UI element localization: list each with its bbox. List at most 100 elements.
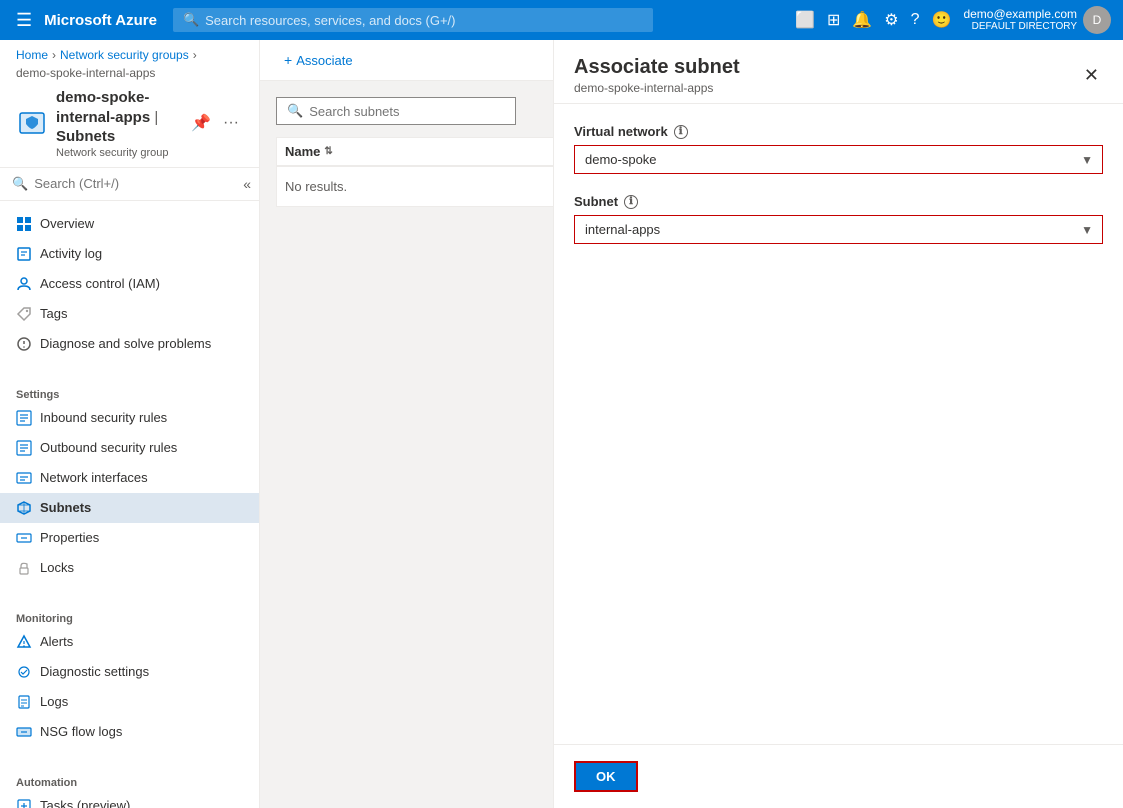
sidebar-item-diagnose-label: Diagnose and solve problems — [40, 336, 211, 351]
subnet-select[interactable]: internal-apps — [574, 215, 1103, 244]
subnet-label: Subnet ℹ — [574, 194, 1103, 209]
virtual-network-select[interactable]: demo-spoke — [574, 145, 1103, 174]
sidebar-item-logs[interactable]: Logs — [0, 687, 259, 717]
sidebar-item-logs-label: Logs — [40, 694, 68, 709]
activity-log-icon — [16, 246, 32, 262]
more-options-button[interactable]: ··· — [219, 109, 243, 137]
sidebar-search-icon: 🔍 — [12, 176, 28, 192]
panel-title: Associate subnet — [574, 56, 740, 79]
associate-subnet-panel: Associate subnet demo-spoke-internal-app… — [553, 40, 1123, 808]
subnet-info-icon[interactable]: ℹ — [624, 195, 638, 209]
breadcrumb: Home › Network security groups › demo-sp… — [0, 40, 259, 88]
locks-icon — [16, 560, 32, 576]
sidebar-item-overview-label: Overview — [40, 216, 94, 231]
panel-footer: OK — [554, 744, 1123, 808]
resource-title: demo-spoke-internal-apps | Subnets — [56, 88, 179, 147]
collapse-sidebar-button[interactable]: « — [235, 172, 259, 196]
global-search-bar[interactable]: 🔍 — [173, 8, 653, 32]
breadcrumb-resource: demo-spoke-internal-apps — [16, 66, 155, 80]
settings-section-label: Settings — [0, 383, 259, 403]
notifications-icon[interactable]: 🔔 — [852, 10, 872, 30]
panel-header: Associate subnet demo-spoke-internal-app… — [554, 40, 1123, 104]
logs-icon — [16, 694, 32, 710]
diagnostic-settings-icon — [16, 664, 32, 680]
diagnose-icon — [16, 336, 32, 352]
user-directory: DEFAULT DIRECTORY — [963, 21, 1077, 33]
sidebar-item-diagnostic-settings[interactable]: Diagnostic settings — [0, 657, 259, 687]
cloud-shell-icon[interactable]: ⬜ — [795, 10, 815, 30]
alerts-icon — [16, 634, 32, 650]
sidebar-item-subnets[interactable]: Subnets — [0, 493, 259, 523]
user-email: demo@example.com — [963, 7, 1077, 21]
global-search-input[interactable] — [205, 13, 643, 28]
resource-header: demo-spoke-internal-apps | Subnets Netwo… — [0, 88, 259, 168]
topbar: ☰ Microsoft Azure 🔍 ⬜ ⊞ 🔔 ⚙ ? 🙂 demo@exa… — [0, 0, 1123, 40]
sidebar-item-locks-label: Locks — [40, 560, 74, 575]
panel-close-button[interactable]: ✕ — [1080, 61, 1103, 90]
pin-button[interactable]: 📌 — [187, 109, 215, 137]
sidebar-item-properties[interactable]: Properties — [0, 523, 259, 553]
sidebar-item-tasks[interactable]: Tasks (preview) — [0, 791, 259, 808]
panel-subtitle: demo-spoke-internal-apps — [574, 81, 740, 95]
virtual-network-group: Virtual network ℹ demo-spoke ▼ — [574, 124, 1103, 174]
panel-body: Virtual network ℹ demo-spoke ▼ Subnet ℹ … — [554, 104, 1123, 744]
subnets-search-input[interactable] — [309, 104, 505, 119]
monitoring-section-label: Monitoring — [0, 607, 259, 627]
sidebar-item-locks[interactable]: Locks — [0, 553, 259, 583]
sidebar-item-properties-label: Properties — [40, 530, 99, 545]
sidebar-item-subnets-label: Subnets — [40, 500, 91, 515]
nav-section-monitoring: Monitoring Alerts Diagnostic settings Lo… — [0, 599, 259, 755]
ok-button[interactable]: OK — [574, 761, 638, 792]
associate-button[interactable]: + Associate — [276, 48, 361, 72]
sidebar-item-nsg-flow-logs[interactable]: NSG flow logs — [0, 717, 259, 747]
nsg-resource-icon — [16, 107, 48, 139]
sidebar-item-overview[interactable]: Overview — [0, 209, 259, 239]
sidebar-item-alerts-label: Alerts — [40, 634, 73, 649]
breadcrumb-home[interactable]: Home — [16, 48, 48, 62]
tasks-icon — [16, 798, 32, 808]
sidebar-item-alerts[interactable]: Alerts — [0, 627, 259, 657]
sidebar-item-outbound-label: Outbound security rules — [40, 440, 177, 455]
sidebar-item-tasks-label: Tasks (preview) — [40, 798, 130, 808]
sidebar-item-tags[interactable]: Tags — [0, 299, 259, 329]
sort-icon[interactable]: ⇅ — [324, 146, 332, 157]
nav-section-settings: Settings Inbound security rules Outbound… — [0, 375, 259, 591]
sidebar-item-activity-log-label: Activity log — [40, 246, 102, 261]
sidebar-item-diagnostic-settings-label: Diagnostic settings — [40, 664, 149, 679]
breadcrumb-nsg[interactable]: Network security groups — [60, 48, 189, 62]
avatar[interactable]: D — [1083, 6, 1111, 34]
sidebar-item-inbound[interactable]: Inbound security rules — [0, 403, 259, 433]
sidebar-search-bar[interactable]: 🔍 — [0, 168, 235, 200]
virtual-network-info-icon[interactable]: ℹ — [674, 125, 688, 139]
sidebar: Home › Network security groups › demo-sp… — [0, 40, 260, 808]
sidebar-item-iam[interactable]: Access control (IAM) — [0, 269, 259, 299]
sidebar-item-tags-label: Tags — [40, 306, 67, 321]
virtual-network-label: Virtual network ℹ — [574, 124, 1103, 139]
nav-section-main: Overview Activity log Access control (IA… — [0, 201, 259, 367]
sidebar-item-nsg-flow-logs-label: NSG flow logs — [40, 724, 122, 739]
tags-icon — [16, 306, 32, 322]
sidebar-search-input[interactable] — [34, 176, 223, 191]
sidebar-item-network-interfaces[interactable]: Network interfaces — [0, 463, 259, 493]
inbound-icon — [16, 410, 32, 426]
user-menu[interactable]: demo@example.com DEFAULT DIRECTORY D — [963, 6, 1111, 34]
automation-section-label: Automation — [0, 771, 259, 791]
settings-icon[interactable]: ⚙ — [884, 10, 898, 30]
sidebar-item-outbound[interactable]: Outbound security rules — [0, 433, 259, 463]
sidebar-item-inbound-label: Inbound security rules — [40, 410, 167, 425]
sidebar-item-iam-label: Access control (IAM) — [40, 276, 160, 291]
subnets-search-bar[interactable]: 🔍 — [276, 97, 516, 125]
subnet-group: Subnet ℹ internal-apps ▼ — [574, 194, 1103, 244]
feedback-icon[interactable]: 🙂 — [932, 10, 952, 30]
properties-icon — [16, 530, 32, 546]
directory-icon[interactable]: ⊞ — [827, 10, 840, 30]
sidebar-item-diagnose[interactable]: Diagnose and solve problems — [0, 329, 259, 359]
sidebar-item-activity-log[interactable]: Activity log — [0, 239, 259, 269]
subnets-icon — [16, 500, 32, 516]
nsg-flow-logs-icon — [16, 724, 32, 740]
help-icon[interactable]: ? — [911, 11, 920, 29]
app-logo: Microsoft Azure — [44, 12, 157, 29]
search-icon: 🔍 — [183, 12, 199, 28]
hamburger-menu[interactable]: ☰ — [12, 6, 36, 35]
associate-plus-icon: + — [284, 52, 292, 68]
